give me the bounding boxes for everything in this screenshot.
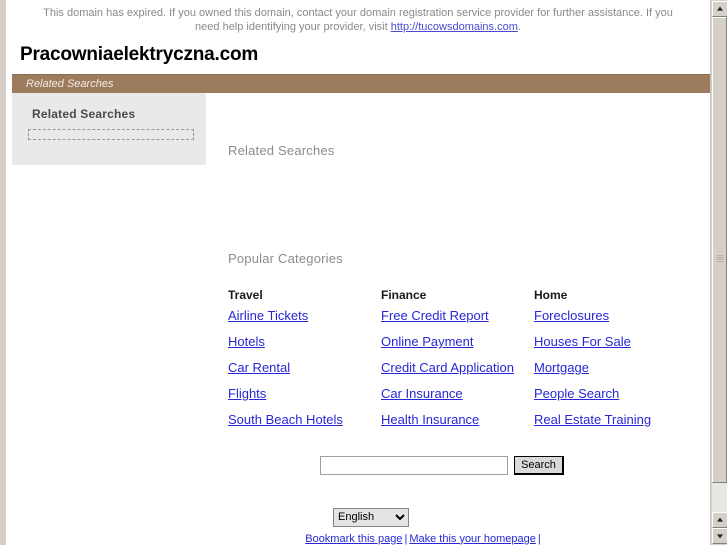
category-link[interactable]: Mortgage <box>534 360 687 375</box>
language-row: English <box>228 507 710 527</box>
category-link[interactable]: Real Estate Training <box>534 412 687 427</box>
footer-links: Bookmark this page | Make this your homepa… <box>228 533 710 545</box>
category-link[interactable]: Health Insurance <box>381 412 534 427</box>
notice-text-after: . <box>517 21 521 33</box>
category-link[interactable]: Online Payment <box>381 334 534 349</box>
scrollbar-track[interactable] <box>712 17 727 512</box>
main-content: Related Searches Popular Categories Trav… <box>206 93 710 545</box>
bookmark-page-link[interactable]: Bookmark this page <box>305 533 402 545</box>
sidebar: Related Searches <box>12 93 206 165</box>
domain-expired-notice: This domain has expired. If you owned th… <box>6 0 710 38</box>
category-title: Home <box>534 288 568 302</box>
category-link[interactable]: Car Insurance <box>381 386 534 401</box>
scroll-up-button-secondary[interactable] <box>712 512 727 528</box>
category-link[interactable]: Free Credit Report <box>381 308 534 323</box>
search-button[interactable]: Search <box>514 456 564 475</box>
tucows-domains-link[interactable]: http://tucowsdomains.com <box>391 21 518 33</box>
section-bar-label: Related Searches <box>26 78 114 90</box>
category-link[interactable]: Hotels <box>228 334 381 349</box>
category-link[interactable]: Flights <box>228 386 381 401</box>
category-title: Travel <box>228 288 263 302</box>
scroll-down-button[interactable] <box>712 528 727 544</box>
vertical-scrollbar[interactable] <box>710 0 727 545</box>
category-link[interactable]: People Search <box>534 386 687 401</box>
category-grid: Travel Airline Tickets Hotels Car Rental… <box>228 288 710 438</box>
language-select[interactable]: English <box>333 507 409 527</box>
section-bar-related-searches: Related Searches <box>12 74 710 93</box>
category-title: Finance <box>381 288 427 302</box>
category-link[interactable]: Foreclosures <box>534 308 687 323</box>
footer-separator-trailing: | <box>537 532 541 545</box>
page-title: Pracowniaelektryczna.com <box>20 44 259 65</box>
popular-categories-heading: Popular Categories <box>228 251 343 266</box>
category-link[interactable]: Airline Tickets <box>228 308 381 323</box>
search-input[interactable] <box>320 456 508 475</box>
category-link[interactable]: Houses For Sale <box>534 334 687 349</box>
scrollbar-thumb[interactable] <box>712 17 727 483</box>
category-link[interactable]: Credit Card Application <box>381 360 534 375</box>
category-column-finance: Finance Free Credit Report Online Paymen… <box>381 288 534 438</box>
related-searches-heading: Related Searches <box>228 143 335 158</box>
category-link[interactable]: South Beach Hotels <box>228 412 381 427</box>
notice-text-before: This domain has expired. If you owned th… <box>43 7 673 33</box>
category-column-home: Home Foreclosures Houses For Sale Mortga… <box>534 288 687 438</box>
scroll-up-button[interactable] <box>712 1 727 17</box>
content-columns: Related Searches Related Searches Popula… <box>6 93 710 545</box>
make-homepage-link[interactable]: Make this your homepage <box>409 533 536 545</box>
page-root: This domain has expired. If you owned th… <box>0 0 710 545</box>
sidebar-heading: Related Searches <box>32 107 136 121</box>
sidebar-ad-slot <box>28 129 194 140</box>
category-link[interactable]: Car Rental <box>228 360 381 375</box>
category-column-travel: Travel Airline Tickets Hotels Car Rental… <box>228 288 381 438</box>
scrollbar-grip-icon <box>716 255 723 263</box>
search-row: Search <box>228 456 710 475</box>
